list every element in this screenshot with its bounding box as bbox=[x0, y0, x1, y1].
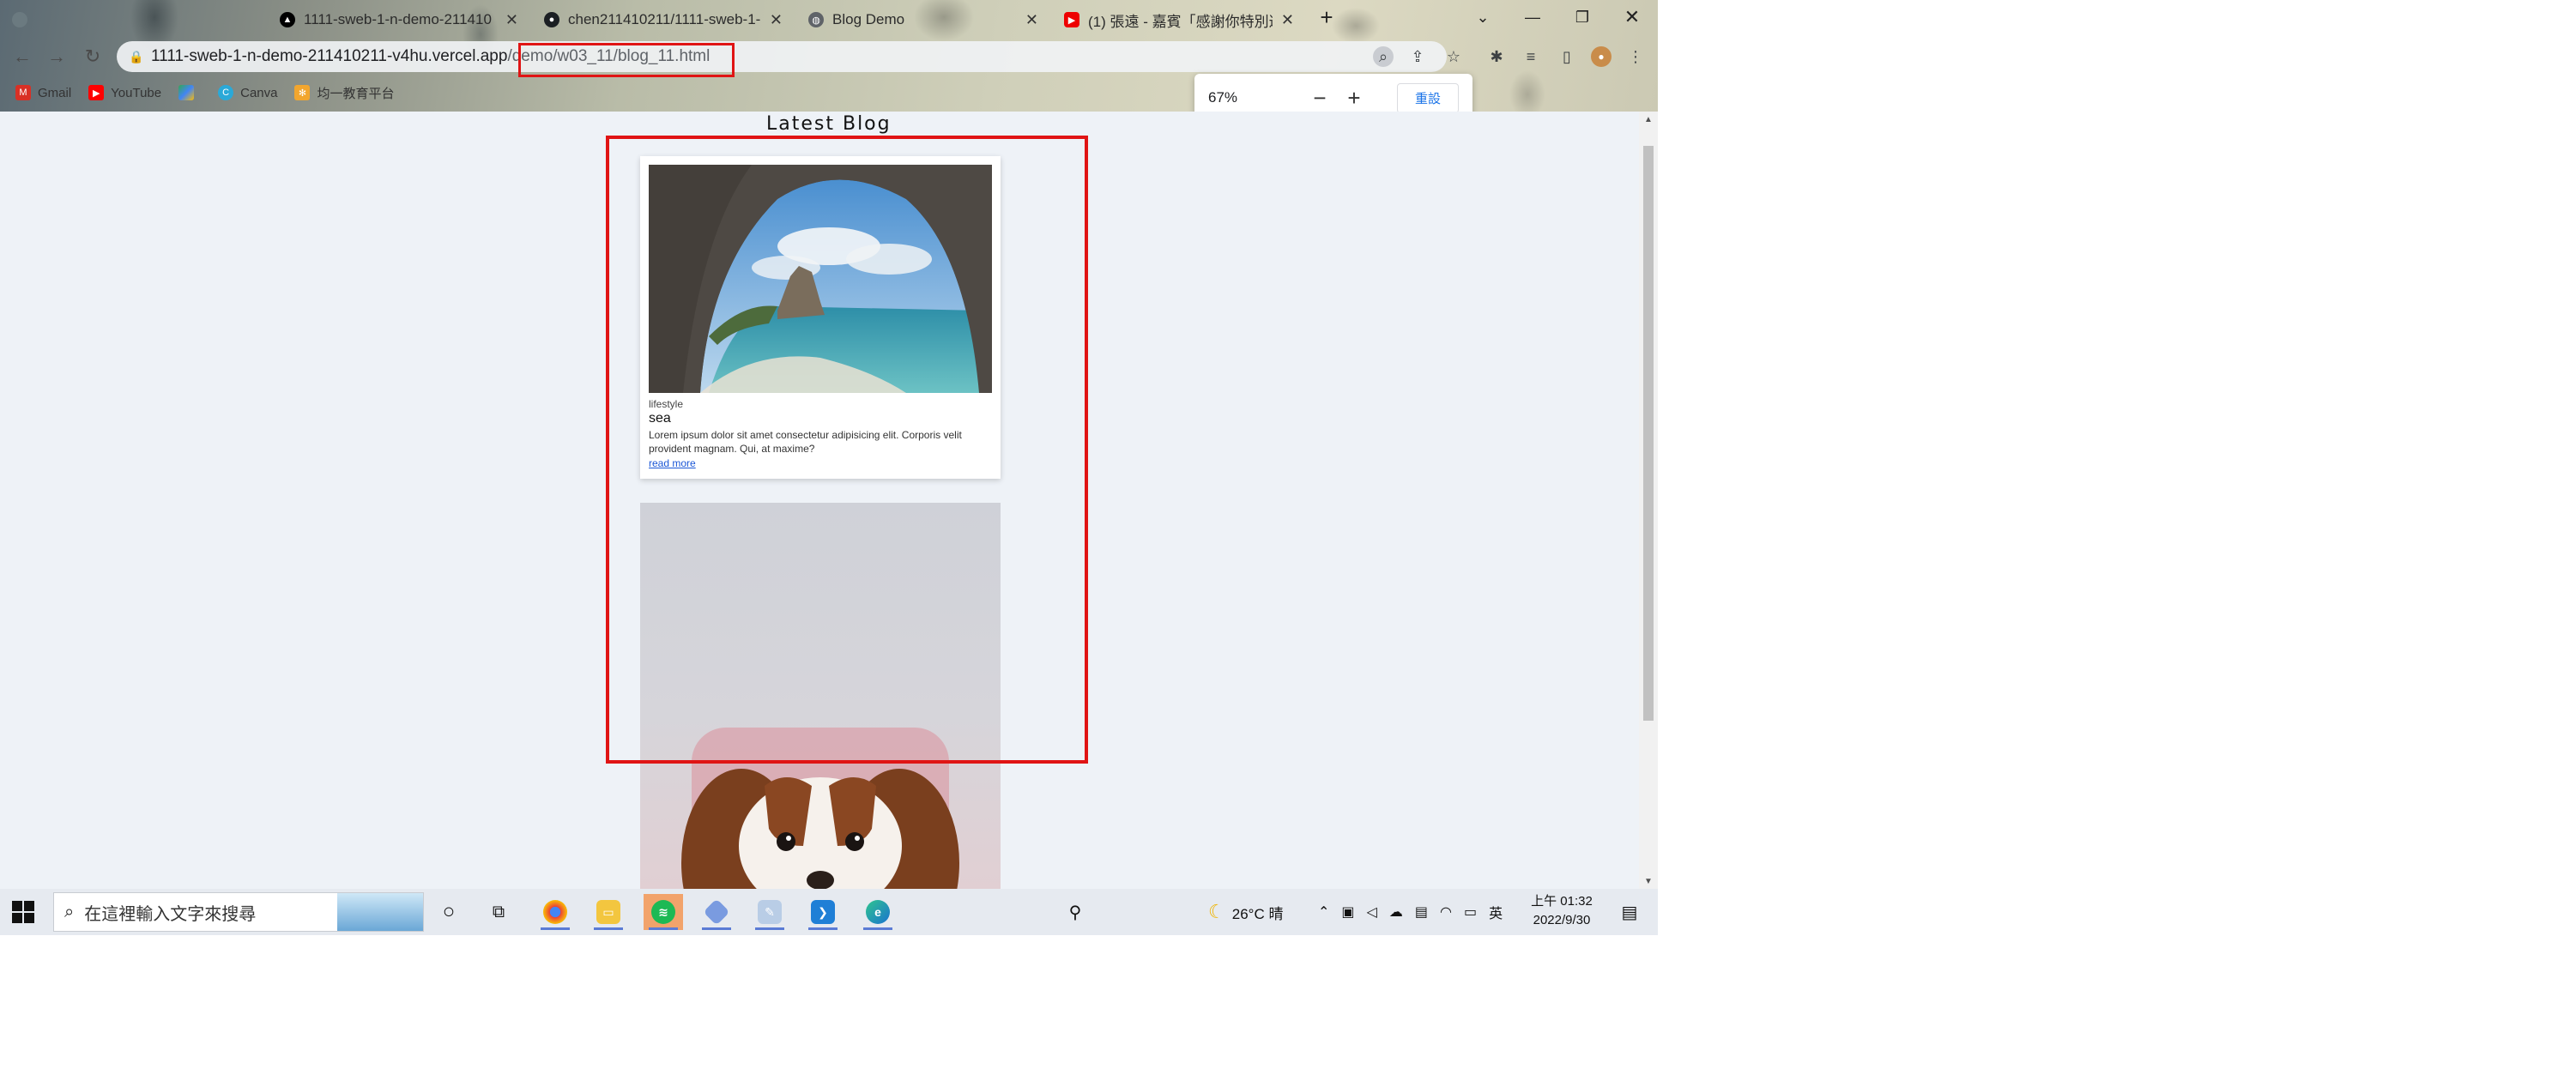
annotation-highlight-box bbox=[606, 136, 1088, 764]
windows-taskbar: ⌕ 在這裡輸入文字來搜尋 ○ ⧉ ▭ ≋ ✎ ❯ e ⚲ ☾ 26°C 晴 ⌃ … bbox=[0, 889, 1658, 935]
vscode-icon: ❯ bbox=[811, 900, 835, 924]
bookmark-gmail[interactable]: M Gmail bbox=[15, 85, 71, 100]
taskbar-spotify[interactable]: ≋ bbox=[644, 894, 683, 930]
restore-button[interactable]: ❐ bbox=[1563, 3, 1601, 31]
close-icon[interactable]: ✕ bbox=[770, 11, 783, 29]
canva-icon: C bbox=[218, 85, 234, 100]
bookmark-maps[interactable] bbox=[178, 85, 201, 100]
wifi-icon[interactable]: ◠ bbox=[1440, 903, 1452, 921]
new-tab-button[interactable]: + bbox=[1308, 3, 1345, 31]
system-tray: ⌃ ▣ ◁ ☁ ▤ ◠ ▭ 英 bbox=[1318, 889, 1503, 935]
folder-icon: ▭ bbox=[596, 900, 620, 924]
minimize-button[interactable]: — bbox=[1514, 3, 1551, 31]
github-icon: ● bbox=[544, 12, 559, 27]
display-icon[interactable]: ▤ bbox=[1415, 903, 1428, 921]
taskbar-chrome[interactable] bbox=[535, 894, 575, 930]
zoom-reset-button[interactable]: 重設 bbox=[1396, 82, 1459, 113]
battery-icon[interactable]: ▭ bbox=[1464, 903, 1477, 921]
clock[interactable]: 上午 01:32 2022/9/30 bbox=[1521, 892, 1603, 930]
cortana-icon[interactable]: ○ bbox=[429, 894, 469, 930]
url-path-highlight bbox=[518, 43, 735, 77]
address-bar[interactable]: 🔒 1111-sweb-1-n-demo-211410211-v4hu.verc… bbox=[117, 41, 1447, 72]
moon-icon: ☾ bbox=[1208, 901, 1225, 922]
lock-icon: 🔒 bbox=[129, 49, 144, 63]
people-icon[interactable]: ⚲ bbox=[1055, 894, 1095, 930]
web-page: Latest Blog lifestyle sea Lorem ipsum do… bbox=[0, 112, 1639, 889]
maps-icon bbox=[178, 85, 195, 100]
browser-toolbar: ← → ↻ 🔒 1111-sweb-1-n-demo-211410211-v4h… bbox=[0, 36, 1658, 77]
back-button[interactable]: ← bbox=[9, 43, 36, 70]
clock-date: 2022/9/30 bbox=[1533, 913, 1591, 927]
scroll-up-arrow-icon[interactable]: ▲ bbox=[1639, 112, 1658, 127]
bookmark-youtube[interactable]: ▶ YouTube bbox=[88, 85, 161, 100]
extensions-icon[interactable]: ✱ bbox=[1486, 46, 1507, 67]
edge-icon: e bbox=[866, 900, 890, 924]
taskbar-vscode[interactable]: ❯ bbox=[803, 894, 843, 930]
paint-brush-icon: ✎ bbox=[758, 900, 782, 924]
junyi-icon: ✻ bbox=[294, 85, 311, 100]
close-icon[interactable]: ✕ bbox=[505, 11, 518, 29]
tab-youtube[interactable]: ▶ (1) 張遠 - 嘉賓「感謝你特別邀 ✕ bbox=[1052, 5, 1306, 34]
screen: ▲ 1111-sweb-1-n-demo-211410 ✕ ● chen2114… bbox=[0, 0, 1658, 935]
scroll-down-arrow-icon[interactable]: ▼ bbox=[1639, 873, 1658, 889]
page-scrollbar[interactable]: ▲ ▼ bbox=[1639, 112, 1658, 889]
vercel-triangle-icon: ▲ bbox=[280, 12, 295, 27]
clock-time: 上午 01:32 bbox=[1531, 894, 1593, 909]
weather-widget[interactable]: ☾ 26°C 晴 bbox=[1208, 889, 1283, 935]
share-icon[interactable]: ⇪ bbox=[1407, 46, 1428, 67]
notification-center-icon[interactable]: ▤ bbox=[1610, 894, 1649, 930]
taskbar-file-explorer[interactable]: ▭ bbox=[589, 894, 628, 930]
gmail-icon: M bbox=[15, 85, 31, 100]
chevron-up-icon[interactable]: ⌃ bbox=[1318, 903, 1329, 921]
task-view-icon[interactable]: ⧉ bbox=[479, 894, 518, 930]
url-host: 1111-sweb-1-n-demo-211410211-v4hu.vercel… bbox=[151, 47, 508, 65]
tab-vercel[interactable]: ▲ 1111-sweb-1-n-demo-211410 ✕ bbox=[268, 5, 530, 34]
cloud-icon[interactable]: ☁ bbox=[1389, 903, 1403, 921]
youtube-icon: ▶ bbox=[1064, 12, 1079, 27]
avatar[interactable]: ● bbox=[1591, 46, 1612, 67]
taskbar-search-input[interactable]: ⌕ 在這裡輸入文字來搜尋 bbox=[53, 892, 424, 932]
search-highlight-art bbox=[337, 893, 423, 931]
taskbar-app-paint[interactable]: ✎ bbox=[750, 894, 789, 930]
tab-favicon-icon bbox=[12, 12, 27, 27]
taskbar-app-diamond[interactable] bbox=[697, 894, 736, 930]
tab-search-chevron-icon[interactable]: ⌄ bbox=[1464, 3, 1502, 31]
windows-start-icon[interactable] bbox=[12, 901, 34, 923]
youtube-icon: ▶ bbox=[88, 85, 105, 100]
tab-github[interactable]: ● chen211410211/1111-sweb-1- ✕ bbox=[532, 5, 795, 34]
menu-kebab-icon[interactable]: ⋮ bbox=[1625, 46, 1646, 67]
zoom-percent: 67% bbox=[1208, 89, 1238, 106]
close-window-button[interactable]: ✕ bbox=[1613, 3, 1651, 31]
spotify-icon: ≋ bbox=[651, 900, 675, 924]
close-icon[interactable]: ✕ bbox=[1281, 11, 1294, 29]
zoom-in-button[interactable]: + bbox=[1337, 85, 1371, 112]
search-icon: ⌕ bbox=[64, 902, 75, 921]
tab-blog-demo[interactable]: ◍ Blog Demo ✕ bbox=[796, 5, 1050, 34]
globe-icon: ◍ bbox=[808, 12, 824, 27]
diamond-app-icon bbox=[703, 898, 730, 926]
zoom-icon[interactable]: ⌕ bbox=[1373, 46, 1394, 67]
scroll-thumb[interactable] bbox=[1643, 146, 1654, 721]
reading-list-icon[interactable]: ≡ bbox=[1521, 46, 1541, 67]
ime-indicator[interactable]: 英 bbox=[1489, 902, 1503, 922]
bookmark-canva[interactable]: C Canva bbox=[218, 85, 277, 100]
chrome-icon bbox=[543, 900, 567, 924]
tab-blurred[interactable] bbox=[0, 5, 266, 34]
taskbar-edge[interactable]: e bbox=[858, 894, 898, 930]
reload-button[interactable]: ↻ bbox=[79, 43, 106, 70]
side-panel-icon[interactable]: ▯ bbox=[1557, 46, 1577, 67]
forward-button[interactable]: → bbox=[43, 43, 70, 70]
speaker-icon[interactable]: ◁ bbox=[1367, 903, 1377, 921]
microphone-icon[interactable]: ▣ bbox=[1341, 903, 1354, 921]
bookmark-junyi[interactable]: ✻ 均一教育平台 bbox=[294, 84, 395, 102]
zoom-out-button[interactable]: − bbox=[1303, 85, 1337, 112]
close-icon[interactable]: ✕ bbox=[1025, 11, 1038, 29]
bookmark-star-icon[interactable]: ☆ bbox=[1443, 46, 1464, 67]
